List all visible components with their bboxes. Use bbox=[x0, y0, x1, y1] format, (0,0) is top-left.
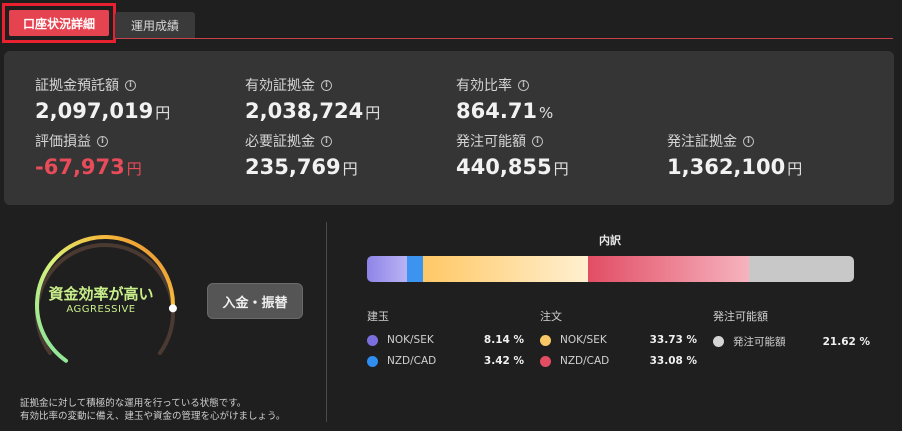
legend-item: NZD/CAD 33.08 % bbox=[540, 355, 697, 367]
status-description: 証拠金に対して積極的な運用を行っている状態です。 有効比率の変動に備え、建玉や資… bbox=[20, 397, 320, 423]
info-icon[interactable]: i bbox=[125, 79, 136, 91]
column-title-orders: 注文 bbox=[540, 310, 562, 323]
breakdown-stacked-bar bbox=[367, 256, 854, 282]
tab-account-status-detail[interactable]: 口座状況詳細 bbox=[2, 3, 116, 43]
bar-segment bbox=[406, 256, 424, 282]
legend-pct: 21.62 % bbox=[822, 335, 870, 348]
yen-unit: 円 bbox=[126, 160, 142, 178]
tab-label: 口座状況詳細 bbox=[9, 10, 109, 36]
section-divider bbox=[326, 222, 327, 422]
account-summary-card: 証拠金預託額 i 2,097,019 円 有効証拠金 i 2,038,724 円 有効比… bbox=[4, 51, 894, 205]
deposit-transfer-button[interactable]: 入金・振替 bbox=[207, 283, 303, 319]
breakdown-title: 内訳 bbox=[599, 234, 621, 247]
legend-pct: 33.08 % bbox=[649, 355, 697, 367]
metric-value: 235,769 bbox=[245, 155, 341, 179]
info-icon[interactable]: i bbox=[97, 135, 108, 147]
description-line: 有効比率の変動に備え、建玉や資金の管理を心がけましょう。 bbox=[20, 411, 286, 422]
gauge-subtitle: AGGRESSIVE bbox=[66, 304, 136, 315]
tab-bar: 口座状況詳細 運用成績 bbox=[0, 0, 902, 46]
legend-dot bbox=[367, 355, 378, 367]
yen-unit: 円 bbox=[787, 160, 803, 178]
metric-label: 有効比率 bbox=[456, 78, 512, 94]
legend-item: 発注可能額 21.62 % bbox=[713, 334, 870, 349]
info-icon[interactable]: i bbox=[518, 79, 529, 91]
metric-label: 必要証拠金 bbox=[245, 134, 315, 150]
legend-item: NZD/CAD 3.42 % bbox=[367, 355, 524, 367]
legend-dot bbox=[540, 355, 551, 367]
legend-pct: 33.73 % bbox=[649, 334, 697, 346]
info-icon[interactable]: i bbox=[743, 135, 754, 147]
gauge-title: 資金効率が高い bbox=[48, 285, 154, 303]
yen-unit: 円 bbox=[365, 104, 381, 122]
bar-segment bbox=[423, 256, 588, 282]
metric-label: 評価損益 bbox=[35, 134, 91, 150]
metric-value: -67,973 bbox=[35, 155, 125, 179]
legend-dot bbox=[540, 334, 551, 346]
column-title-positions: 建玉 bbox=[367, 310, 389, 323]
legend-dot bbox=[367, 334, 378, 346]
metric-label: 発注証拠金 bbox=[667, 134, 737, 150]
legend-dot bbox=[713, 336, 724, 347]
legend-item: NOK/SEK 33.73 % bbox=[540, 334, 697, 346]
bar-segment bbox=[367, 256, 407, 282]
info-icon[interactable]: i bbox=[532, 135, 543, 147]
metric-unrealized-pl: 評価損益 i -67,973 円 bbox=[35, 131, 142, 179]
metric-label: 発注可能額 bbox=[456, 134, 526, 150]
yen-unit: 円 bbox=[155, 104, 171, 122]
metric-value: 864.71 bbox=[456, 99, 538, 123]
description-line: 証拠金に対して積極的な運用を行っている状態です。 bbox=[20, 398, 247, 409]
gauge-indicator-dot bbox=[168, 304, 177, 313]
legend-item: NOK/SEK 8.14 % bbox=[367, 334, 524, 346]
bar-segment bbox=[587, 256, 749, 282]
legend-pct: 8.14 % bbox=[483, 334, 524, 346]
metric-required-margin: 必要証拠金 i 235,769 円 bbox=[245, 131, 358, 179]
metric-value: 2,038,724 bbox=[245, 99, 364, 123]
bar-segment bbox=[748, 256, 854, 282]
metric-effective-margin: 有効証拠金 i 2,038,724 円 bbox=[245, 75, 380, 123]
legend-name: NZD/CAD bbox=[560, 355, 610, 367]
legend-name: NOK/SEK bbox=[560, 334, 607, 346]
legend-name: NZD/CAD bbox=[387, 355, 437, 367]
metric-orderable-amount: 発注可能額 i 440,855 円 bbox=[456, 131, 569, 179]
metric-value: 440,855 bbox=[456, 155, 552, 179]
legend-pct: 3.42 % bbox=[483, 355, 524, 367]
metric-effective-ratio: 有効比率 i 864.71% bbox=[456, 75, 553, 123]
legend-name: 発注可能額 bbox=[733, 336, 786, 348]
metric-label: 有効証拠金 bbox=[245, 78, 315, 94]
metric-label: 証拠金預託額 bbox=[35, 78, 119, 94]
yen-unit: 円 bbox=[553, 160, 569, 178]
metric-deposit: 証拠金預託額 i 2,097,019 円 bbox=[35, 75, 170, 123]
tab-underline bbox=[115, 38, 893, 39]
info-icon[interactable]: i bbox=[321, 79, 332, 91]
yen-unit: 円 bbox=[342, 160, 358, 178]
tab-performance[interactable]: 運用成績 bbox=[115, 12, 195, 38]
info-icon[interactable]: i bbox=[321, 135, 332, 147]
percent-unit: % bbox=[539, 104, 554, 122]
legend-name: NOK/SEK bbox=[387, 334, 434, 346]
metric-value: 1,362,100 bbox=[667, 155, 786, 179]
column-title-orderable: 発注可能額 bbox=[713, 310, 768, 323]
metric-order-margin: 発注証拠金 i 1,362,100 円 bbox=[667, 131, 802, 179]
metric-value: 2,097,019 bbox=[35, 99, 154, 123]
